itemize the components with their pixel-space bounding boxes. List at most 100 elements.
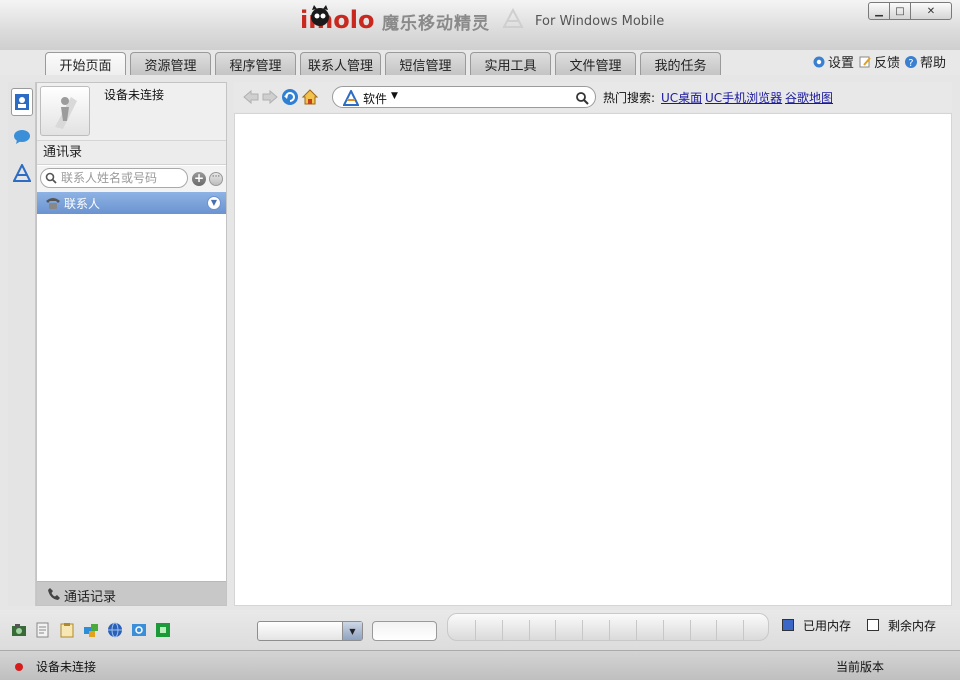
memory-bar-segment-divider xyxy=(582,620,583,640)
hot-link-uc-browser[interactable]: UC手机浏览器 xyxy=(705,89,782,106)
document-icon[interactable] xyxy=(35,622,51,638)
app-logo: imolo xyxy=(300,4,380,34)
feedback-label: 反馈 xyxy=(873,56,900,71)
home-icon[interactable] xyxy=(301,88,319,106)
call-log-bar[interactable]: 通话记录 xyxy=(37,581,226,605)
maximize-button[interactable]: □ xyxy=(889,2,911,20)
close-button[interactable]: ✕ xyxy=(910,2,952,20)
memory-bar-segment-divider xyxy=(529,620,530,640)
refresh-icon[interactable] xyxy=(281,88,299,106)
sms-strip-button[interactable] xyxy=(11,126,33,148)
free-memory-label: 剩余内存 xyxy=(888,619,937,633)
call-log-label: 通话记录 xyxy=(64,590,117,605)
app-store-icon xyxy=(13,164,31,182)
bottom-toolbar: ▼ 已用内存 剩余内存 xyxy=(0,610,960,650)
contacts-strip-button[interactable] xyxy=(11,88,33,116)
chevron-down-icon[interactable]: ▼ xyxy=(207,196,221,210)
memory-bar-segment-divider xyxy=(743,620,744,640)
connection-status-text: 设备未连接 xyxy=(36,660,97,674)
status-bar: 设备未连接 当前版本 xyxy=(0,650,960,680)
contacts-group-label: 联系人 xyxy=(64,197,101,211)
software-search-bar[interactable]: 软件 ▼ xyxy=(332,86,596,108)
help-icon: ? xyxy=(904,55,917,69)
memory-bar-segment-divider xyxy=(636,620,637,640)
device-figure-icon xyxy=(55,97,77,129)
tab-start-page[interactable]: 开始页面 xyxy=(45,52,126,76)
used-memory-label: 已用内存 xyxy=(803,619,852,633)
memory-value-field xyxy=(372,621,437,641)
device-image xyxy=(40,86,90,136)
top-links: 设置 反馈 ? 帮助 xyxy=(808,52,946,71)
minimize-button[interactable]: ▁ xyxy=(868,2,890,20)
main-tabs: 开始页面 资源管理 程序管理 联系人管理 短信管理 实用工具 文件管理 我的任务 xyxy=(45,52,725,76)
used-memory-swatch xyxy=(782,619,794,631)
contacts-panel: 设备未连接 通讯录 + ··· 联系人 ▼ 通话记录 xyxy=(36,82,227,606)
tab-program-manager[interactable]: 程序管理 xyxy=(215,52,296,75)
side-icon-strip xyxy=(8,82,36,606)
contact-search-input[interactable] xyxy=(40,168,188,188)
chip-icon[interactable] xyxy=(155,622,171,638)
apps-strip-button[interactable] xyxy=(11,162,33,184)
title-bar: imolo 魔乐移动精灵 For Windows Mobile ▁ □ ✕ xyxy=(0,0,960,50)
app-name: 魔乐移动精灵 xyxy=(382,14,490,34)
search-category-label[interactable]: 软件 xyxy=(363,90,387,107)
camera-icon[interactable] xyxy=(11,622,27,638)
memory-bar-segment-divider xyxy=(555,620,556,640)
address-book-icon xyxy=(15,94,29,110)
memory-usage-bar xyxy=(447,613,769,641)
feedback-link[interactable]: 反馈 xyxy=(858,52,900,71)
tab-contact-manager[interactable]: 联系人管理 xyxy=(300,52,381,75)
forward-arrow-icon[interactable] xyxy=(261,88,279,106)
free-memory-swatch xyxy=(867,619,879,631)
memory-bar-segment-divider xyxy=(609,620,610,640)
pencil-icon xyxy=(859,56,871,67)
search-icon xyxy=(45,172,57,184)
tab-utilities[interactable]: 实用工具 xyxy=(470,52,551,75)
device-info: 设备未连接 xyxy=(37,83,226,141)
current-version-label: 当前版本 xyxy=(836,660,885,674)
contacts-group-row[interactable]: 联系人 ▼ xyxy=(37,192,226,214)
help-label: 帮助 xyxy=(919,56,946,71)
memory-bar-segment-divider xyxy=(690,620,691,640)
device-status-text: 设备未连接 xyxy=(104,88,165,102)
device-select-dropdown[interactable]: ▼ xyxy=(257,621,363,641)
memory-bar-segment-divider xyxy=(475,620,476,640)
puzzle-icon[interactable] xyxy=(83,622,99,638)
app-store-icon xyxy=(502,8,524,28)
tab-my-tasks[interactable]: 我的任务 xyxy=(640,52,721,75)
settings-link[interactable]: 设置 xyxy=(812,52,854,71)
phone-handset-icon xyxy=(48,588,60,600)
browser-content xyxy=(234,113,952,606)
tab-sms-manager[interactable]: 短信管理 xyxy=(385,52,466,75)
connection-status-indicator xyxy=(15,663,23,671)
memory-bar-segment-divider xyxy=(716,620,717,640)
svg-text:imolo: imolo xyxy=(300,6,374,34)
tab-resource-manager[interactable]: 资源管理 xyxy=(130,52,211,75)
more-options-button[interactable]: ··· xyxy=(209,172,223,186)
svg-text:?: ? xyxy=(908,58,913,69)
browser-toolbar: 软件 ▼ 热门搜索: UC桌面 UC手机浏览器 谷歌地图 xyxy=(234,82,952,112)
screen-capture-icon[interactable] xyxy=(131,622,147,638)
hot-search-label: 热门搜索: xyxy=(603,91,656,105)
contacts-section-title: 通讯录 xyxy=(37,141,226,165)
clipboard-icon[interactable] xyxy=(59,622,75,638)
imolo-logo: imolo xyxy=(300,5,374,34)
settings-label: 设置 xyxy=(827,56,854,71)
app-subtitle: For Windows Mobile xyxy=(535,14,665,29)
app-store-icon xyxy=(343,90,359,106)
search-icon[interactable] xyxy=(575,91,589,105)
gear-icon xyxy=(813,56,825,67)
back-arrow-icon[interactable] xyxy=(242,88,260,106)
memory-bar-segment-divider xyxy=(663,620,664,640)
help-link[interactable]: ? 帮助 xyxy=(904,52,946,71)
chevron-down-icon[interactable]: ▼ xyxy=(342,622,362,640)
hot-link-google-maps[interactable]: 谷歌地图 xyxy=(785,89,833,106)
memory-bar-segment-divider xyxy=(502,620,503,640)
tab-file-manager[interactable]: 文件管理 xyxy=(555,52,636,75)
hot-link-uc-desktop[interactable]: UC桌面 xyxy=(661,89,702,106)
globe-icon[interactable] xyxy=(107,622,123,638)
add-contact-button[interactable]: + xyxy=(192,172,206,186)
category-dropdown-caret[interactable]: ▼ xyxy=(391,91,398,101)
phone-icon xyxy=(46,198,60,209)
chat-bubble-icon xyxy=(14,130,30,144)
